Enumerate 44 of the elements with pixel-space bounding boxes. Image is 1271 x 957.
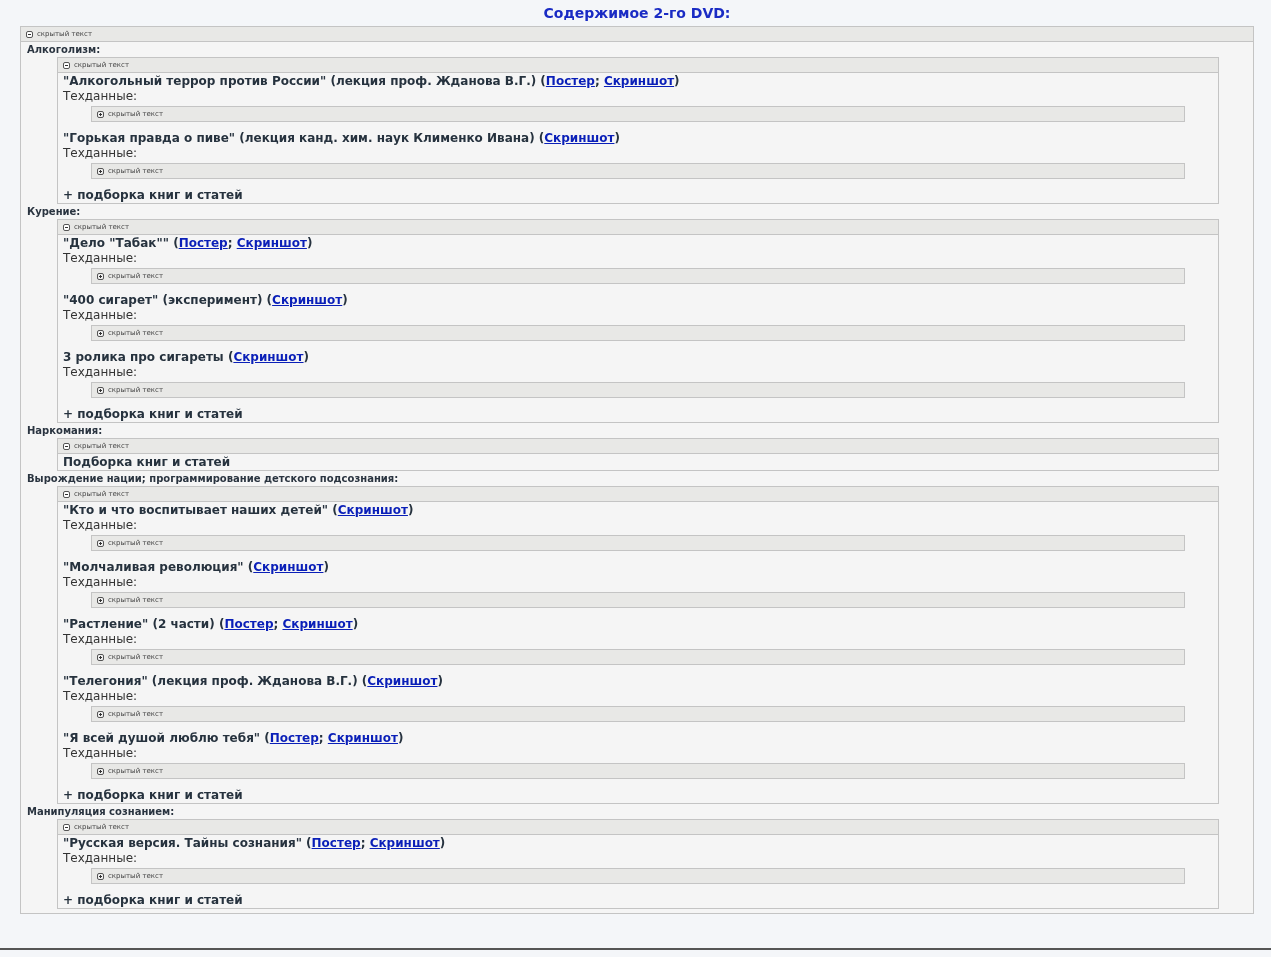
tech-label: Техданные:	[63, 251, 139, 265]
link[interactable]: Постер	[178, 236, 228, 250]
tech-label: Техданные:	[63, 89, 139, 103]
tech-label: Техданные:	[63, 851, 139, 865]
section-heading: Вырождение нации; программирование детского подсознания:	[27, 472, 400, 485]
item-title: "Алкогольный террор против России" (лекция проф. Жданова В.Г.) (Постер; Скриншот)	[63, 74, 681, 89]
link[interactable]: Скриншот	[282, 617, 353, 631]
tech-label: Техданные:	[63, 689, 139, 703]
link[interactable]: Скриншот	[369, 836, 440, 850]
page-title: Содержимое 2-го DVD:	[542, 4, 732, 22]
item-title: 3 ролика про сигареты (Скриншот)	[63, 350, 311, 365]
link[interactable]: Постер	[545, 74, 595, 88]
section-heading: Курение:	[27, 205, 82, 218]
item-title: "Дело "Табак"" (Постер; Скриншот)	[63, 236, 314, 251]
item-title: "Я всей душой люблю тебя" (Постер; Скриншот)	[63, 731, 405, 746]
link[interactable]: Постер	[224, 617, 274, 631]
section-heading: Манипуляция сознанием:	[27, 805, 176, 818]
tech-label: Техданные:	[63, 746, 139, 760]
item-title: "Телегония" (лекция проф. Жданова В.Г.) (Скриншот)	[63, 674, 444, 689]
item-title: "Растление" (2 части) (Постер; Скриншот)	[63, 617, 360, 632]
tech-label: Техданные:	[63, 365, 139, 379]
tech-label: Техданные:	[63, 518, 139, 532]
link[interactable]: Скриншот	[253, 560, 324, 574]
link[interactable]: Скриншот	[367, 674, 438, 688]
item-title: "Горькая правда о пиве" (лекция канд. хим. наук Клименко Ивана) (Скриншот)	[63, 131, 621, 146]
link[interactable]: Постер	[269, 731, 319, 745]
link[interactable]: Скриншот	[236, 236, 307, 250]
item-title: "400 сигарет" (эксперимент) (Скриншот)	[63, 293, 349, 308]
item-title: "Кто и что воспитывает наших детей" (Скриншот)	[63, 503, 415, 518]
link[interactable]: Скриншот	[544, 131, 615, 145]
item-title: "Молчаливая революция" (Скриншот)	[63, 560, 330, 575]
tech-label: Техданные:	[63, 632, 139, 646]
tech-label: Техданные:	[63, 308, 139, 322]
link[interactable]: Скриншот	[603, 74, 675, 88]
link[interactable]: Скриншот	[337, 503, 408, 517]
section-heading: Алкоголизм:	[27, 43, 102, 56]
tech-label: Техданные:	[63, 575, 139, 589]
link[interactable]: Скриншот	[272, 293, 343, 307]
link[interactable]: Скриншот	[233, 350, 304, 364]
item-title: "Русская версия. Тайны сознания" (Постер; Скриншот)	[63, 836, 447, 851]
link[interactable]: Постер	[311, 836, 361, 850]
section-heading: Наркомания:	[27, 424, 104, 437]
tech-label: Техданные:	[63, 146, 139, 160]
link[interactable]: Скриншот	[327, 731, 398, 745]
